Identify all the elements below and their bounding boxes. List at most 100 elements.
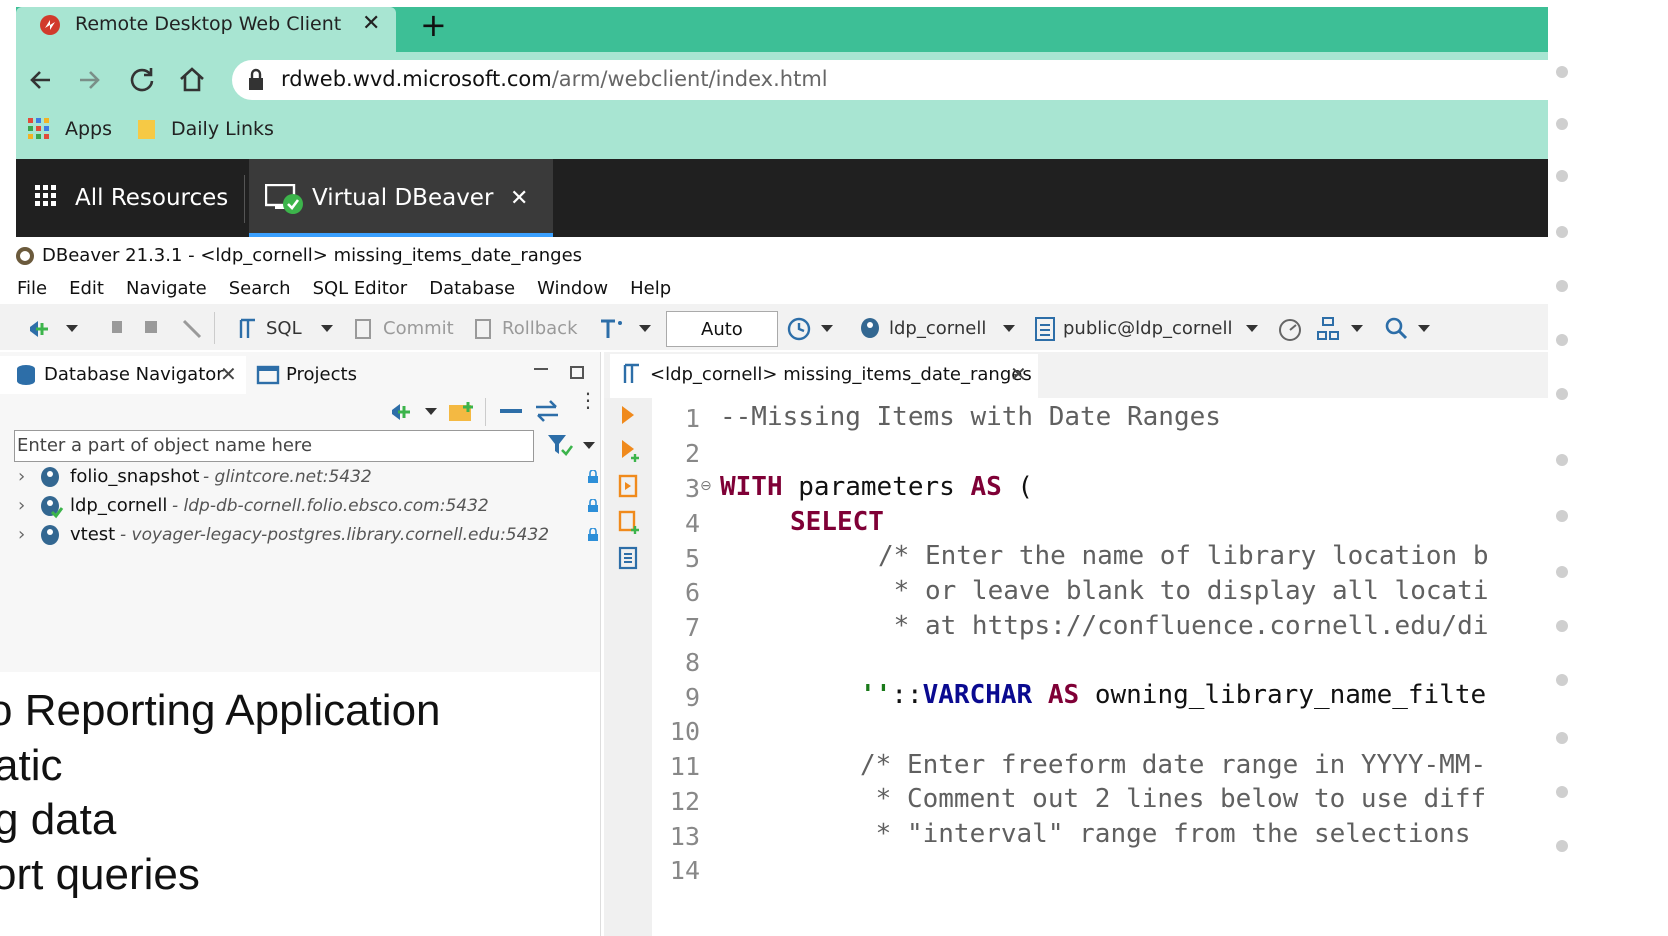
grid-icon <box>35 185 56 206</box>
overlay-line: ort queries <box>0 850 200 899</box>
menu-navigate[interactable]: Navigate <box>126 278 207 299</box>
code-line-6: * or leave blank to display all locati <box>878 576 1489 606</box>
expand-arrow-icon[interactable]: › <box>18 466 25 487</box>
rollback-button[interactable]: Rollback <box>502 318 578 339</box>
new-connection-dropdown-icon[interactable] <box>66 325 78 332</box>
menu-edit[interactable]: Edit <box>69 278 104 299</box>
explain-plan-icon[interactable] <box>618 546 638 572</box>
transaction-mode-value: Auto <box>701 319 743 340</box>
filter-input-placeholder: Enter a part of object name here <box>17 435 313 456</box>
history-dropdown-icon[interactable] <box>821 325 833 332</box>
menu-help[interactable]: Help <box>630 278 671 299</box>
nav-new-dropdown-icon[interactable] <box>425 408 437 415</box>
window-title: DBeaver 21.3.1 - <ldp_cornell> missing_i… <box>42 245 583 266</box>
navigator-close-icon[interactable]: ✕ <box>220 362 237 386</box>
apps-grid-icon <box>28 118 49 139</box>
filter-dropdown-icon[interactable] <box>583 442 595 449</box>
new-tab-button[interactable]: + <box>420 6 447 44</box>
network-icon[interactable] <box>1316 316 1340 342</box>
filter-icon[interactable] <box>546 432 574 458</box>
connection-name[interactable]: vtest <box>70 524 115 545</box>
transaction-mode-icon[interactable] <box>598 317 626 341</box>
url-text[interactable]: rdweb.wvd.microsoft.com/arm/webclient/in… <box>281 67 828 91</box>
lock-icon[interactable] <box>246 68 266 92</box>
dbeaver-icon <box>16 247 34 265</box>
expand-arrow-icon[interactable]: › <box>18 495 25 516</box>
expand-arrow-icon[interactable]: › <box>18 524 25 545</box>
network-dropdown-icon[interactable] <box>1351 325 1363 332</box>
code-line-4: SELECT <box>790 507 884 537</box>
code-line-11: /* Enter freeform date range in YYYY-MM- <box>860 750 1487 780</box>
session-tab-indicator <box>249 233 553 237</box>
connection-host: - ldp-db-cornell.folio.ebsco.com:5432 <box>172 496 489 516</box>
overlay-line: atic <box>0 741 63 790</box>
active-connection-selector[interactable]: ldp_cornell <box>889 318 986 339</box>
transaction-dropdown-icon[interactable] <box>639 325 651 332</box>
bookmark-daily-links[interactable]: Daily Links <box>171 118 274 140</box>
overlay-line: o Reporting Application <box>0 686 441 735</box>
schema-icon <box>1035 317 1055 341</box>
new-connection-icon[interactable] <box>26 317 52 341</box>
all-resources-button[interactable]: All Resources <box>75 185 228 211</box>
forward-icon[interactable] <box>76 66 104 94</box>
code-line-13: * "interval" range from the selections <box>860 819 1471 849</box>
commit-icon[interactable] <box>352 317 374 341</box>
session-close-icon[interactable]: ✕ <box>510 186 528 211</box>
home-icon[interactable] <box>177 64 207 94</box>
history-icon[interactable] <box>786 315 814 343</box>
connection-name[interactable]: folio_snapshot <box>70 466 199 487</box>
browser-tab-title: Remote Desktop Web Client <box>75 13 342 35</box>
code-clip: --Missing Items with Date Ranges WITH pa… <box>652 398 1548 936</box>
search-dropdown-icon[interactable] <box>1418 325 1430 332</box>
execute-script-new-tab-icon[interactable] <box>618 510 640 536</box>
menu-file[interactable]: File <box>17 278 47 299</box>
back-icon[interactable] <box>26 66 54 94</box>
menu-window[interactable]: Window <box>537 278 608 299</box>
postgres-connected-icon <box>41 496 64 519</box>
nav-new-connection-icon[interactable] <box>388 400 414 424</box>
schema-dropdown-icon[interactable] <box>1246 325 1258 332</box>
connection-dropdown-icon[interactable] <box>1003 325 1015 332</box>
navigator-tab-label: Database Navigator <box>44 364 224 385</box>
maximize-icon[interactable] <box>570 366 584 379</box>
divider <box>244 175 245 223</box>
code-line-1: --Missing Items with Date Ranges <box>720 402 1221 432</box>
nav-separator <box>485 398 486 426</box>
connect-icon[interactable] <box>108 317 126 339</box>
editor-close-icon[interactable]: ✕ <box>1010 362 1027 386</box>
execute-icon[interactable] <box>618 404 638 426</box>
minimize-icon[interactable] <box>534 368 548 370</box>
sql-button[interactable]: SQL <box>266 318 302 339</box>
invalidate-icon[interactable] <box>142 317 166 339</box>
link-editor-icon[interactable] <box>534 399 560 423</box>
reload-icon[interactable] <box>127 65 157 95</box>
disconnect-icon[interactable] <box>180 317 204 339</box>
projects-icon <box>256 365 280 385</box>
dashboard-icon[interactable] <box>1277 316 1303 342</box>
lock-badge-icon <box>588 528 598 541</box>
sql-script-icon <box>623 363 639 383</box>
menu-database[interactable]: Database <box>429 278 515 299</box>
bookmark-apps[interactable]: Apps <box>65 118 112 140</box>
new-folder-icon[interactable] <box>448 400 476 424</box>
sql-editor-icon[interactable] <box>236 317 258 341</box>
sql-dropdown-icon[interactable] <box>321 325 333 332</box>
view-menu-icon[interactable]: ⋮ <box>578 390 598 410</box>
active-schema-selector[interactable]: public@ldp_cornell <box>1063 318 1233 339</box>
connection-name[interactable]: ldp_cornell <box>70 495 167 516</box>
rollback-icon[interactable] <box>472 317 494 341</box>
collapse-all-icon[interactable] <box>500 409 522 413</box>
postgres-connection-icon <box>41 467 59 487</box>
execute-script-icon[interactable] <box>618 474 640 500</box>
connection-host: - voyager-legacy-postgres.library.cornel… <box>120 525 550 545</box>
execute-new-tab-icon[interactable] <box>618 438 640 464</box>
slide-dots-decoration <box>1556 66 1568 852</box>
close-tab-icon[interactable]: ✕ <box>362 11 380 36</box>
commit-button[interactable]: Commit <box>383 318 454 339</box>
projects-tab-label[interactable]: Projects <box>286 364 357 385</box>
search-icon[interactable] <box>1384 316 1408 342</box>
code-line-3: WITH parameters AS ( <box>720 472 1034 502</box>
code-line-7: * at https://confluence.cornell.edu/di <box>878 611 1489 641</box>
menu-sql-editor[interactable]: SQL Editor <box>313 278 408 299</box>
menu-search[interactable]: Search <box>229 278 291 299</box>
